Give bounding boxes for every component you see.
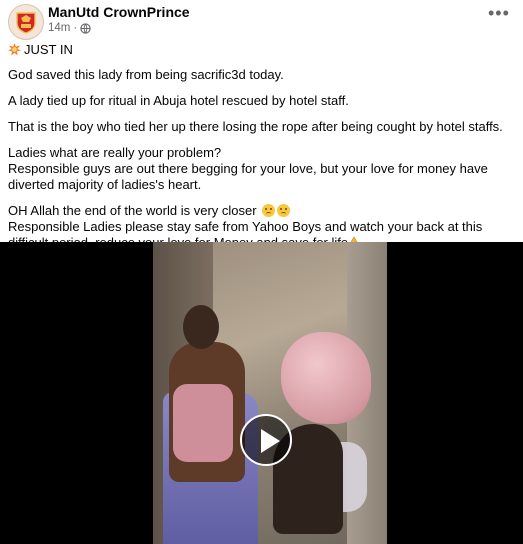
post-line-4: Ladies what are really your problem? <box>8 145 222 160</box>
post-line-6: OH Allah the end of the world is very cl… <box>8 203 518 219</box>
sad-face-emoji <box>262 204 276 217</box>
author-avatar[interactable] <box>8 4 44 40</box>
pillow <box>281 332 371 424</box>
post-line-5: Responsible guys are out there begging f… <box>8 161 488 192</box>
globe-icon <box>80 22 91 34</box>
facebook-post: ManUtd CrownPrince 14m · ••• JUST IN God… <box>0 0 523 544</box>
video-frame <box>153 242 387 544</box>
post-line-3: That is the boy who tied her up there lo… <box>8 119 503 134</box>
author-name[interactable]: ManUtd CrownPrince <box>48 4 190 20</box>
post-meta: 14m · <box>48 22 91 34</box>
post-time[interactable]: 14m <box>48 22 70 34</box>
collision-emoji <box>8 43 21 56</box>
crest-icon <box>16 12 36 34</box>
sad-face-emoji <box>277 204 291 217</box>
post-line-1: God saved this lady from being sacrific3… <box>8 67 284 82</box>
post-line-0: JUST IN <box>8 42 518 58</box>
post-line-2: A lady tied up for ritual in Abuja hotel… <box>8 93 349 108</box>
more-options-icon[interactable]: ••• <box>488 4 510 22</box>
play-icon[interactable] <box>240 414 292 466</box>
meta-separator: · <box>73 22 78 34</box>
post-header: ManUtd CrownPrince 14m · ••• <box>0 0 523 44</box>
post-text: JUST IN God saved this lady from being s… <box>8 42 518 251</box>
post-video[interactable] <box>0 242 523 544</box>
